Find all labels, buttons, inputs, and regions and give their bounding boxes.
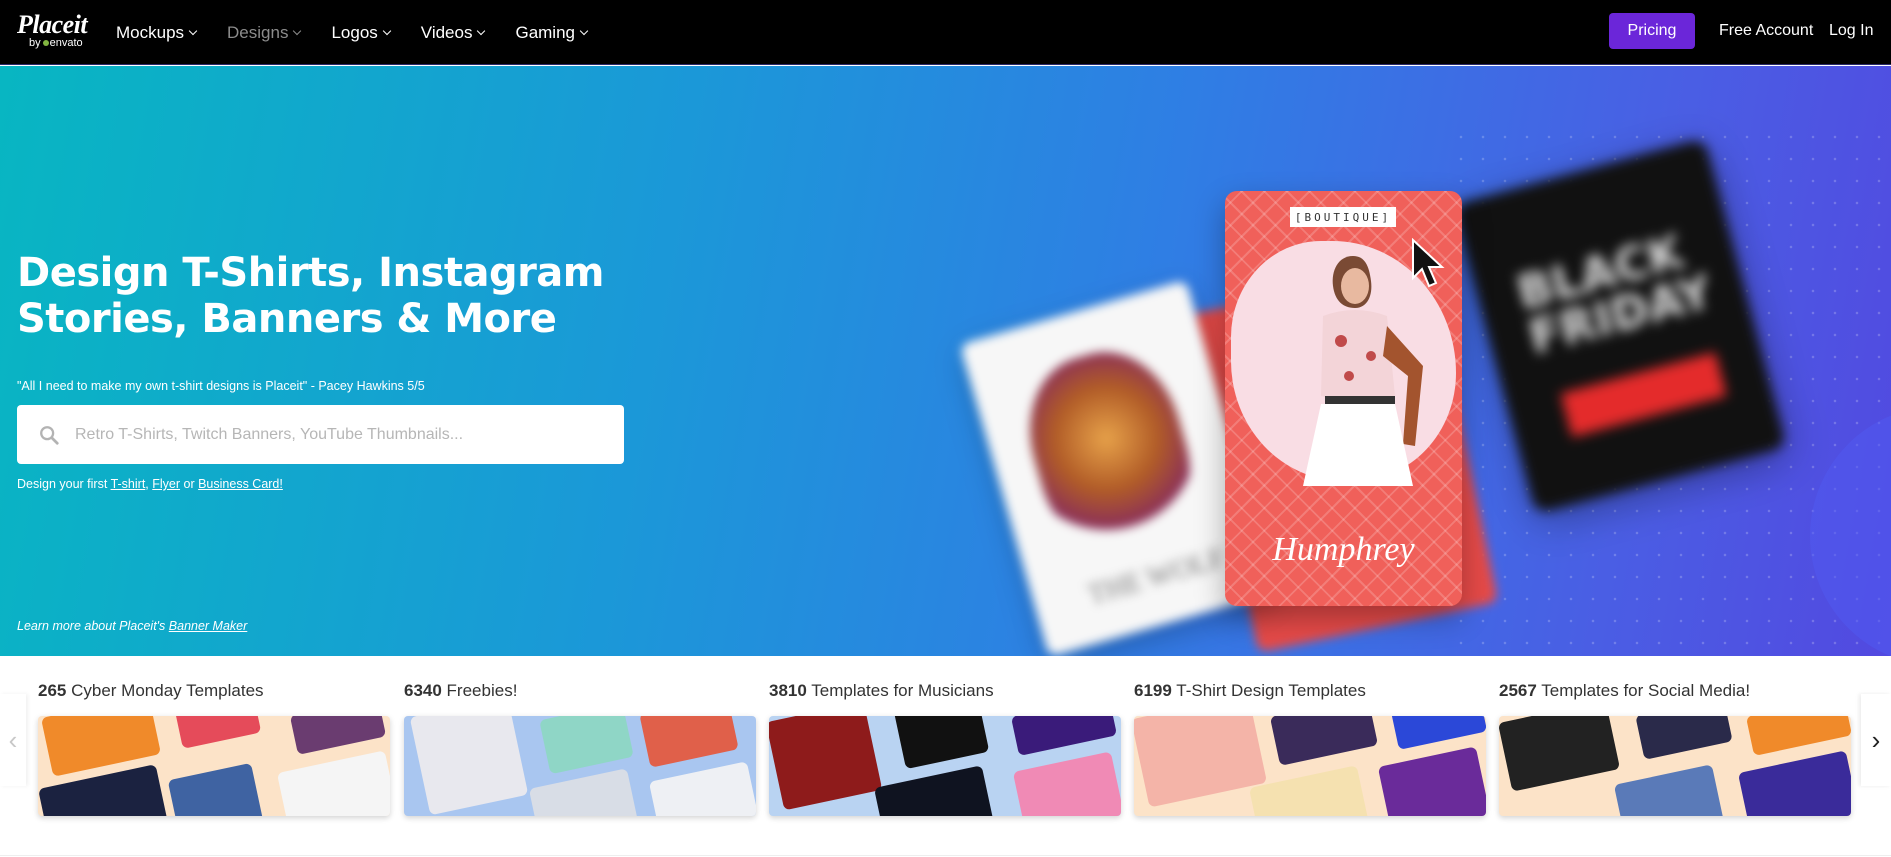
chevron-left-icon: ‹: [8, 724, 18, 755]
category-carousel: ‹ 265 Cyber Monday Templates 6340 Freebi…: [0, 657, 1891, 857]
testimonial-quote: "All I need to make my own t-shirt desig…: [17, 379, 425, 393]
mouse-pointer-icon: [1412, 238, 1445, 288]
category-thumbnail: [769, 716, 1121, 816]
category-thumbnail: [1134, 716, 1486, 816]
chevron-down-icon: [293, 26, 302, 35]
category-thumbnail: [1499, 716, 1851, 816]
tshirt-link[interactable]: T-shirt: [111, 477, 146, 491]
boutique-tag: [BOUTIQUE]: [1290, 207, 1396, 227]
envato-leaf-icon: [42, 40, 49, 47]
hero-headline: Design T-Shirts, Instagram Stories, Bann…: [17, 250, 604, 342]
top-navigation: Placeit by envato Mockups Designs Logos V…: [0, 0, 1891, 65]
chevron-right-icon: ›: [1871, 724, 1881, 755]
black-friday-text: BLACK FRIDAY: [1511, 224, 1718, 365]
menu-gaming[interactable]: Gaming: [515, 23, 589, 43]
category-label: 6199 T-Shirt Design Templates: [1134, 681, 1366, 700]
menu-videos[interactable]: Videos: [421, 23, 486, 43]
chevron-down-icon: [579, 26, 589, 35]
banner-maker-link[interactable]: Banner Maker: [169, 619, 248, 633]
category-label: 265 Cyber Monday Templates: [38, 681, 264, 700]
menu-logos[interactable]: Logos: [331, 23, 392, 43]
blurred-button-shape: [1560, 352, 1727, 438]
design-first-links: Design your first T-shirt, Flyer or Busi…: [17, 477, 283, 491]
search-input[interactable]: [75, 405, 605, 464]
learn-more: Learn more about Placeit's Banner Maker: [17, 619, 248, 633]
menu-designs[interactable]: Designs: [227, 23, 302, 43]
signature-text: Humphrey: [1272, 531, 1415, 568]
chevron-down-icon: [477, 26, 486, 35]
wolf-illustration: [1010, 335, 1208, 560]
category-label: 6340 Freebies!: [404, 681, 518, 700]
free-account-link[interactable]: Free Account: [1719, 22, 1813, 40]
carousel-prev-button[interactable]: ‹: [0, 694, 26, 786]
carousel-next-button[interactable]: ›: [1861, 694, 1891, 786]
section-divider: [0, 855, 1891, 856]
placeit-logo[interactable]: Placeit by envato: [17, 12, 92, 52]
chevron-down-icon: [382, 26, 392, 35]
chevron-down-icon: [188, 26, 198, 35]
hero-banner: Design T-Shirts, Instagram Stories, Bann…: [0, 66, 1891, 656]
category-label: 3810 Templates for Musicians: [769, 681, 994, 700]
login-link[interactable]: Log In: [1829, 22, 1873, 40]
logo-wordmark: Placeit: [17, 10, 88, 39]
category-thumbnail: [38, 716, 390, 816]
main-menu: Mockups Designs Logos Videos Gaming: [116, 0, 618, 65]
search-icon: [40, 426, 59, 445]
category-thumbnail: [404, 716, 756, 816]
business-card-link[interactable]: Business Card!: [198, 477, 283, 491]
category-label: 2567 Templates for Social Media!: [1499, 681, 1751, 700]
logo-byline: by envato: [29, 37, 83, 49]
pricing-button[interactable]: Pricing: [1609, 13, 1695, 49]
wolf-card-text: THE WOLF: [1084, 542, 1229, 612]
flyer-link[interactable]: Flyer: [152, 477, 180, 491]
search-box: [17, 405, 624, 464]
menu-mockups[interactable]: Mockups: [116, 23, 198, 43]
